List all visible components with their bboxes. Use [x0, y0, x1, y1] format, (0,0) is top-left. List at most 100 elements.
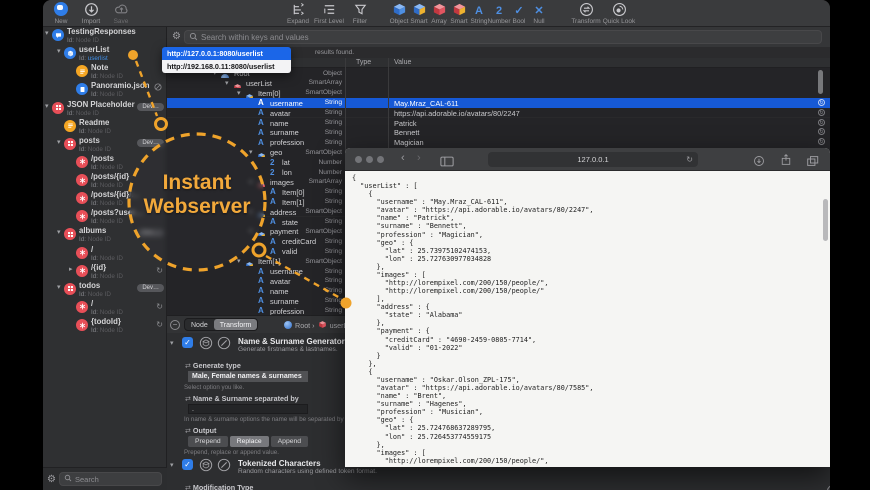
reload-icon[interactable]: ↻: [686, 152, 693, 167]
annotation-line2: Webserver: [143, 195, 251, 218]
row-value: Magician: [394, 138, 424, 148]
ast-icon: [76, 246, 88, 259]
refresh-icon[interactable]: ↻: [156, 320, 163, 329]
sidebar-item-note[interactable]: Note Id: Node ID: [43, 64, 167, 82]
sidebar-item--todoid-[interactable]: {todoId} Id: Node ID ↻: [43, 318, 167, 336]
main-search-input[interactable]: Search within keys and values: [184, 30, 822, 44]
section-disclosure-icon[interactable]: ▾: [170, 461, 174, 469]
toolbar-button-null[interactable]: ✕ Null: [516, 2, 562, 25]
browser-scrollbar[interactable]: [823, 199, 828, 241]
main-settings-gear-icon[interactable]: ⚙: [172, 31, 181, 42]
row-link-badge[interactable]: ↻: [818, 108, 825, 116]
app-toolbar: New Import Save Expand First Level Filter Obje…: [43, 0, 830, 27]
sidebar-search-input[interactable]: Search: [59, 472, 162, 486]
disclosure-icon[interactable]: ▾: [249, 148, 253, 156]
annotation-line1: Instant: [162, 171, 232, 194]
field-options-icon: ⇄: [185, 396, 191, 403]
sidebar-settings-gear-icon[interactable]: ⚙: [47, 474, 56, 485]
section1-checkbox[interactable]: ✓: [182, 337, 193, 348]
browser-content: { "userList" : [ { "username" : "May.Mra…: [345, 171, 830, 467]
output-button-replace[interactable]: Replace: [229, 436, 269, 447]
quicklook-icon: [596, 2, 642, 18]
disclosure-icon[interactable]: ▾: [45, 29, 49, 37]
row-type: String: [324, 287, 342, 295]
browser-downloads-icon[interactable]: [753, 154, 765, 172]
url-option-0[interactable]: http://127.0.0.1:8080/userlist: [162, 47, 291, 60]
disclosure-icon[interactable]: ▾: [45, 102, 49, 110]
toolbar-button-save[interactable]: Save: [98, 2, 144, 25]
sidebar-item-todos[interactable]: ▾ todos Id: Node ID Dev…: [43, 281, 167, 300]
column-header-value[interactable]: Value: [394, 59, 411, 66]
row-type: SmartObject: [305, 89, 342, 97]
link-icon[interactable]: [153, 82, 163, 94]
row-type: String: [324, 297, 342, 305]
section-disclosure-icon[interactable]: ▾: [170, 339, 174, 347]
section1-title: Name & Surname Generator: [238, 337, 345, 346]
tree-row-surname[interactable]: Asurname String Bennett ↻: [167, 127, 830, 137]
table-scrollbar[interactable]: [818, 70, 823, 94]
sidebar-item--[interactable]: / Id: Node ID ↻: [43, 299, 167, 318]
sidebar-item-readme[interactable]: Readme Id: Node ID: [43, 118, 167, 137]
row-link-badge[interactable]: ↻: [818, 98, 825, 106]
tree-row-username[interactable]: Ausername String May.Mraz_CAL-611 ↻: [167, 97, 830, 108]
sidebar-item-panoramio-json[interactable]: Panoramio.json Id: Node ID: [43, 82, 167, 100]
ast-icon: [76, 192, 88, 205]
separator-input[interactable]: .: [188, 404, 308, 414]
tree-row-item-0-[interactable]: ▾ Item[0] SmartObject: [167, 87, 830, 101]
tree-row-avatar[interactable]: Aavatar String https://api.adorable.io/ava…: [167, 107, 830, 118]
segment-node[interactable]: Node: [185, 319, 214, 330]
row-link-badge[interactable]: ↻: [818, 118, 825, 126]
row-value: https://api.adorable.io/avatars/80/2247: [394, 108, 520, 118]
number-type-icon: 2: [270, 157, 275, 167]
sidebar-item-json-placeholder[interactable]: ▾ JSON Placeholder Id: Node ID Dev…: [43, 100, 167, 119]
output-button-prepend[interactable]: Prepend: [188, 436, 228, 447]
window-minimize-button[interactable]: [366, 156, 373, 163]
sidebar-item-userlist[interactable]: ▾ userList Id: userlist: [43, 46, 167, 64]
sidebar-item-testingresponses[interactable]: ▾ TestingResponses Id: Node ID: [43, 28, 167, 46]
row-type: String: [324, 109, 342, 117]
browser-title-bar: ‹ › 127.0.0.1 ↻: [345, 148, 830, 171]
disclosure-icon[interactable]: ▾: [57, 47, 61, 55]
tree-row-profession[interactable]: Aprofession String Magician ↻: [167, 137, 830, 147]
disclosure-icon[interactable]: ▸: [69, 265, 73, 273]
breadcrumb-item[interactable]: Root ›: [295, 321, 315, 330]
row-type: String: [324, 138, 342, 146]
refresh-icon[interactable]: ↻: [156, 302, 163, 311]
browser-forward-button[interactable]: ›: [417, 152, 421, 164]
toolbar-button-quick-look[interactable]: Quick Look: [596, 2, 642, 25]
tree-row-userlist[interactable]: ▾ userList SmartArray: [167, 77, 830, 91]
disclosure-icon[interactable]: ▾: [237, 89, 241, 97]
browser-sidebar-icon[interactable]: [440, 154, 454, 172]
string-type-icon: A: [258, 98, 264, 108]
row-value: Patrick: [394, 118, 417, 128]
disclosure-icon[interactable]: ▾: [225, 79, 229, 87]
url-option-1[interactable]: http://192.168.0.11:8080/userlist: [162, 60, 291, 73]
remove-transform-button[interactable]: −: [170, 320, 180, 330]
window-zoom-button[interactable]: [377, 156, 384, 163]
disclosure-icon[interactable]: ▾: [57, 228, 61, 236]
tabs-overview-icon[interactable]: [806, 154, 819, 172]
refresh-icon[interactable]: ↻: [156, 266, 163, 275]
row-link-badge[interactable]: ↻: [818, 138, 825, 146]
tree-row-name[interactable]: Aname String Patrick ↻: [167, 117, 830, 128]
sphere-icon: [284, 320, 292, 331]
generate-type-selected-option[interactable]: Male, Female names & surnames: [188, 371, 308, 382]
browser-back-button[interactable]: ‹: [401, 152, 405, 164]
disclosure-icon[interactable]: ▾: [237, 257, 241, 265]
window-close-button[interactable]: [355, 156, 362, 163]
transform-edit-icon: [217, 458, 231, 472]
row-type: Number: [318, 168, 342, 176]
share-icon[interactable]: [780, 153, 792, 171]
browser-address-bar[interactable]: 127.0.0.1 ↻: [488, 152, 698, 167]
sidebar-item--id-[interactable]: ▸/{id} Id: Node ID ↻: [43, 263, 167, 282]
column-header-type[interactable]: Type: [356, 59, 371, 66]
segment-transform[interactable]: Transform: [213, 319, 258, 330]
disclosure-icon[interactable]: ▾: [57, 283, 61, 291]
browser-url-text: 127.0.0.1: [577, 155, 609, 164]
output-button-append[interactable]: Append: [270, 436, 309, 447]
section2-checkbox[interactable]: ✓: [182, 459, 193, 470]
disclosure-icon[interactable]: ▾: [57, 138, 61, 146]
help-button[interactable]: ?: [827, 485, 830, 490]
sidebar-item-posts[interactable]: ▾ posts Id: Node ID Dev…: [43, 136, 167, 155]
row-link-badge[interactable]: ↻: [818, 128, 825, 136]
